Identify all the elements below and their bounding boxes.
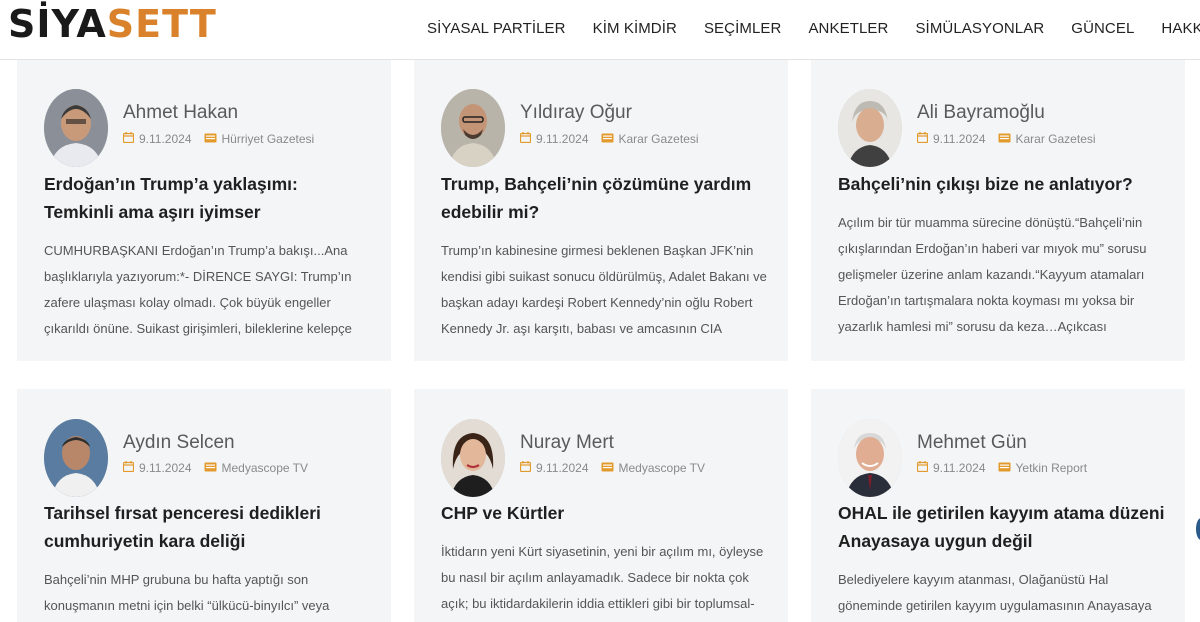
article-meta: 9.11.2024 Karar Gazetesi bbox=[916, 132, 1096, 146]
author-name[interactable]: Nuray Mert bbox=[520, 432, 614, 454]
nav-item-anketler[interactable]: ANKETLER bbox=[808, 20, 888, 37]
article-excerpt: İktidarın yeni Kürt siyasetinin, yeni bi… bbox=[441, 544, 764, 611]
nav-item-siyasal-partiler[interactable]: SİYASAL PARTİLER bbox=[427, 20, 566, 37]
author-name[interactable]: Ahmet Hakan bbox=[123, 102, 238, 124]
author-avatar[interactable] bbox=[44, 89, 108, 167]
logo-text-dark: SİYA bbox=[8, 2, 107, 46]
article-excerpt: Bahçeli’nin MHP grubuna bu hafta yaptığı… bbox=[44, 572, 330, 613]
article-card[interactable]: Aydın Selcen 9.11.2024 Medyascope TV Tar… bbox=[17, 389, 391, 622]
newspaper-icon bbox=[204, 461, 217, 475]
newspaper-icon bbox=[601, 132, 614, 146]
article-title[interactable]: OHAL ile getirilen kayyım atama düzeni A… bbox=[838, 499, 1165, 555]
author-name[interactable]: Yıldıray Oğur bbox=[520, 102, 632, 124]
article-source[interactable]: Yetkin Report bbox=[1016, 461, 1088, 475]
newspaper-icon bbox=[601, 461, 614, 475]
article-title[interactable]: Tarihsel fırsat penceresi dedikleri cumh… bbox=[44, 499, 371, 555]
article-meta: 9.11.2024 Medyascope TV bbox=[122, 461, 309, 475]
article-excerpt: CUMHURBAŞKANI Erdoğan’ın Trump’a bakışı.… bbox=[44, 243, 352, 336]
author-avatar[interactable] bbox=[441, 419, 505, 497]
nav-item-guncel[interactable]: GÜNCEL bbox=[1071, 20, 1134, 37]
article-card[interactable]: Yıldıray Oğur 9.11.2024 Karar Gazetesi T… bbox=[414, 60, 788, 361]
calendar-icon bbox=[519, 132, 532, 146]
calendar-icon bbox=[122, 461, 135, 475]
article-date: 9.11.2024 bbox=[933, 132, 986, 146]
article-card[interactable]: Mehmet Gün 9.11.2024 Yetkin Report OHAL … bbox=[811, 389, 1185, 622]
article-excerpt: Trump’ın kabinesine girmesi beklenen Baş… bbox=[441, 243, 767, 336]
author-avatar[interactable] bbox=[838, 89, 902, 167]
article-card[interactable]: Ahmet Hakan 9.11.2024 Hürriyet Gazetesi … bbox=[17, 60, 391, 361]
article-date: 9.11.2024 bbox=[536, 461, 589, 475]
author-name[interactable]: Aydın Selcen bbox=[123, 432, 235, 454]
article-title[interactable]: Erdoğan’ın Trump’a yaklaşımı: Temkinli a… bbox=[44, 170, 371, 226]
author-name[interactable]: Mehmet Gün bbox=[917, 432, 1027, 454]
article-excerpt: Belediyelere kayyım atanması, Olağanüstü… bbox=[838, 572, 1152, 613]
article-title[interactable]: Trump, Bahçeli’nin çözümüne yardım edebi… bbox=[441, 170, 768, 226]
article-source[interactable]: Medyascope TV bbox=[619, 461, 706, 475]
newspaper-icon bbox=[998, 461, 1011, 475]
calendar-icon bbox=[519, 461, 532, 475]
newspaper-icon bbox=[998, 132, 1011, 146]
article-meta: 9.11.2024 Yetkin Report bbox=[916, 461, 1088, 475]
site-logo[interactable]: SİYASETT bbox=[8, 4, 217, 44]
newspaper-icon bbox=[204, 132, 217, 146]
calendar-icon bbox=[122, 132, 135, 146]
calendar-icon bbox=[916, 461, 929, 475]
author-avatar[interactable] bbox=[441, 89, 505, 167]
floating-widget-button[interactable] bbox=[1196, 518, 1200, 540]
article-card[interactable]: Ali Bayramoğlu 9.11.2024 Karar Gazetesi … bbox=[811, 60, 1185, 361]
nav-item-secimler[interactable]: SEÇİMLER bbox=[704, 20, 782, 37]
nav-item-kim-kimdir[interactable]: KİM KİMDİR bbox=[593, 20, 677, 37]
nav-item-simulasyonlar[interactable]: SİMÜLASYONLAR bbox=[915, 20, 1044, 37]
author-avatar[interactable] bbox=[44, 419, 108, 497]
logo-text-accent: SETT bbox=[106, 2, 217, 46]
calendar-icon bbox=[916, 132, 929, 146]
nav-item-hakkimizda[interactable]: HAKKIMIZDA bbox=[1161, 20, 1200, 37]
author-avatar[interactable] bbox=[838, 419, 902, 497]
article-source[interactable]: Medyascope TV bbox=[222, 461, 309, 475]
site-header: SİYASETT SİYASAL PARTİLER KİM KİMDİR SEÇ… bbox=[0, 0, 1200, 60]
author-name[interactable]: Ali Bayramoğlu bbox=[917, 102, 1045, 124]
article-source[interactable]: Karar Gazetesi bbox=[619, 132, 699, 146]
article-date: 9.11.2024 bbox=[139, 461, 192, 475]
article-meta: 9.11.2024 Medyascope TV bbox=[519, 461, 706, 475]
article-source[interactable]: Karar Gazetesi bbox=[1016, 132, 1096, 146]
article-date: 9.11.2024 bbox=[139, 132, 192, 146]
article-meta: 9.11.2024 Hürriyet Gazetesi bbox=[122, 132, 315, 146]
article-title[interactable]: Bahçeli’nin çıkışı bize ne anlatıyor? bbox=[838, 170, 1165, 198]
article-meta: 9.11.2024 Karar Gazetesi bbox=[519, 132, 699, 146]
article-date: 9.11.2024 bbox=[536, 132, 589, 146]
article-title[interactable]: CHP ve Kürtler bbox=[441, 499, 768, 527]
article-excerpt: Açılım bir tür muamma sürecine dönüştü.“… bbox=[838, 215, 1147, 334]
article-source[interactable]: Hürriyet Gazetesi bbox=[222, 132, 315, 146]
main-nav: SİYASAL PARTİLER KİM KİMDİR SEÇİMLER ANK… bbox=[413, 0, 1200, 56]
article-card[interactable]: Nuray Mert 9.11.2024 Medyascope TV CHP v… bbox=[414, 389, 788, 622]
article-date: 9.11.2024 bbox=[933, 461, 986, 475]
